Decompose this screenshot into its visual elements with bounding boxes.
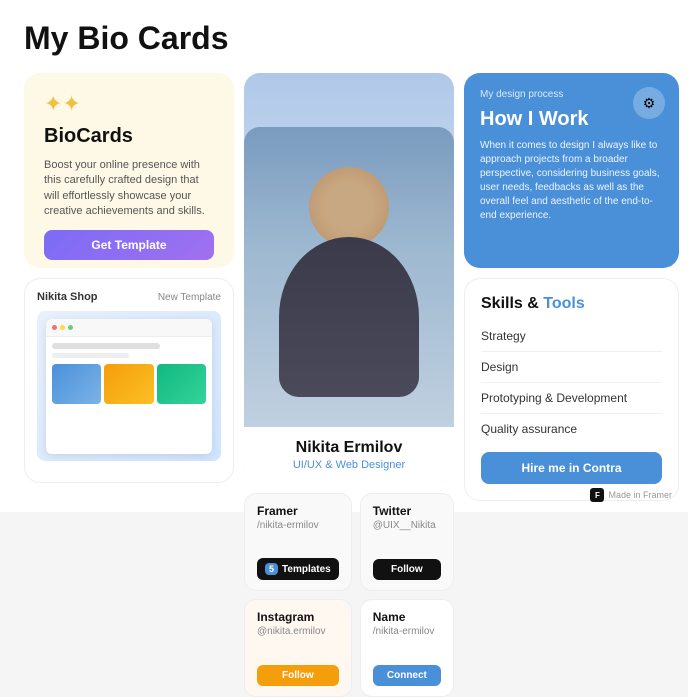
profile-info: Nikita Ermilov UI/UX & Web Designer <box>244 427 454 483</box>
sparkle-icon: ✦✦ <box>44 93 214 115</box>
shop-header: Nikita Shop New Template <box>37 291 221 303</box>
preview-mini-card-1 <box>52 364 101 404</box>
shop-name: Nikita Shop <box>37 291 98 303</box>
instagram-follow-button[interactable]: Follow <box>257 665 339 686</box>
column-3: My design process How I Work When it com… <box>464 73 679 697</box>
page-title: My Bio Cards <box>24 20 664 57</box>
skill-qa: Quality assurance <box>481 414 662 444</box>
instagram-platform: Instagram <box>257 610 339 624</box>
dot-red <box>52 325 57 330</box>
person-silhouette <box>244 127 454 427</box>
skill-prototyping: Prototyping & Development <box>481 383 662 414</box>
column-2: Nikita Ermilov UI/UX & Web Designer Fram… <box>244 73 454 697</box>
page: My Bio Cards ✦✦ BioCards Boost your onli… <box>0 0 688 512</box>
biocards-title: BioCards <box>44 125 214 148</box>
framer-info: Framer /nikita-ermilov <box>257 504 339 531</box>
footer-badge: F Made in Framer <box>590 488 672 502</box>
templates-count: 5 <box>265 563 278 575</box>
get-template-button[interactable]: Get Template <box>44 230 214 260</box>
preview-line-1 <box>52 343 160 349</box>
how-i-work-card: My design process How I Work When it com… <box>464 73 679 268</box>
hire-button[interactable]: Hire me in Contra <box>481 452 662 484</box>
biocards-description: Boost your online presence with this car… <box>44 158 214 220</box>
shop-preview-inner <box>46 319 212 454</box>
social-cards-grid: Framer /nikita-ermilov 5 Templates Twitt… <box>244 493 454 697</box>
instagram-info: Instagram @nikita.ermilov <box>257 610 339 637</box>
framer-logo-icon: F <box>590 488 604 502</box>
connect-button[interactable]: Connect <box>373 665 441 686</box>
preview-cards-row <box>52 364 206 404</box>
how-i-work-desc: When it comes to design I always like to… <box>480 139 663 223</box>
name-handle: /nikita-ermilov <box>373 626 441 637</box>
person-head <box>309 167 389 247</box>
twitter-follow-button[interactable]: Follow <box>373 559 441 580</box>
twitter-platform: Twitter <box>373 504 441 518</box>
column-1: ✦✦ BioCards Boost your online presence w… <box>24 73 234 697</box>
nikita-shop-card: Nikita Shop New Template <box>24 278 234 483</box>
preview-content <box>46 337 212 410</box>
profile-name: Nikita Ermilov <box>260 439 438 457</box>
person-body <box>279 237 419 397</box>
preview-line-2 <box>52 353 129 358</box>
profile-photo <box>244 127 454 427</box>
preview-header-bar <box>46 319 212 337</box>
biocards-card: ✦✦ BioCards Boost your online presence w… <box>24 73 234 268</box>
twitter-info: Twitter @UIX__Nikita <box>373 504 441 531</box>
framer-templates-button[interactable]: 5 Templates <box>257 558 339 580</box>
preview-mini-card-2 <box>104 364 153 404</box>
twitter-card: Twitter @UIX__Nikita Follow <box>360 493 454 591</box>
templates-label: Templates <box>282 564 331 575</box>
design-badge-icon: ⚙ <box>633 87 665 119</box>
instagram-handle: @nikita.ermilov <box>257 626 339 637</box>
name-platform: Name <box>373 610 441 624</box>
shop-preview <box>37 311 221 461</box>
framer-handle: /nikita-ermilov <box>257 520 339 531</box>
dot-yellow <box>60 325 65 330</box>
cards-layout: ✦✦ BioCards Boost your online presence w… <box>24 73 664 697</box>
name-card-info: Name /nikita-ermilov <box>373 610 441 637</box>
profile-card: Nikita Ermilov UI/UX & Web Designer <box>244 73 454 483</box>
made-in-framer: Made in Framer <box>608 490 672 500</box>
skills-title: Skills & Tools <box>481 295 662 313</box>
skill-strategy: Strategy <box>481 321 662 352</box>
skills-card: Skills & Tools Strategy Design Prototypi… <box>464 278 679 501</box>
dot-green <box>68 325 73 330</box>
profile-role: UI/UX & Web Designer <box>260 459 438 471</box>
name-card: Name /nikita-ermilov Connect <box>360 599 454 697</box>
twitter-handle: @UIX__Nikita <box>373 520 441 531</box>
instagram-card: Instagram @nikita.ermilov Follow <box>244 599 352 697</box>
new-template-badge: New Template <box>158 292 221 303</box>
skill-design: Design <box>481 352 662 383</box>
framer-card: Framer /nikita-ermilov 5 Templates <box>244 493 352 591</box>
framer-platform: Framer <box>257 504 339 518</box>
preview-mini-card-3 <box>157 364 206 404</box>
